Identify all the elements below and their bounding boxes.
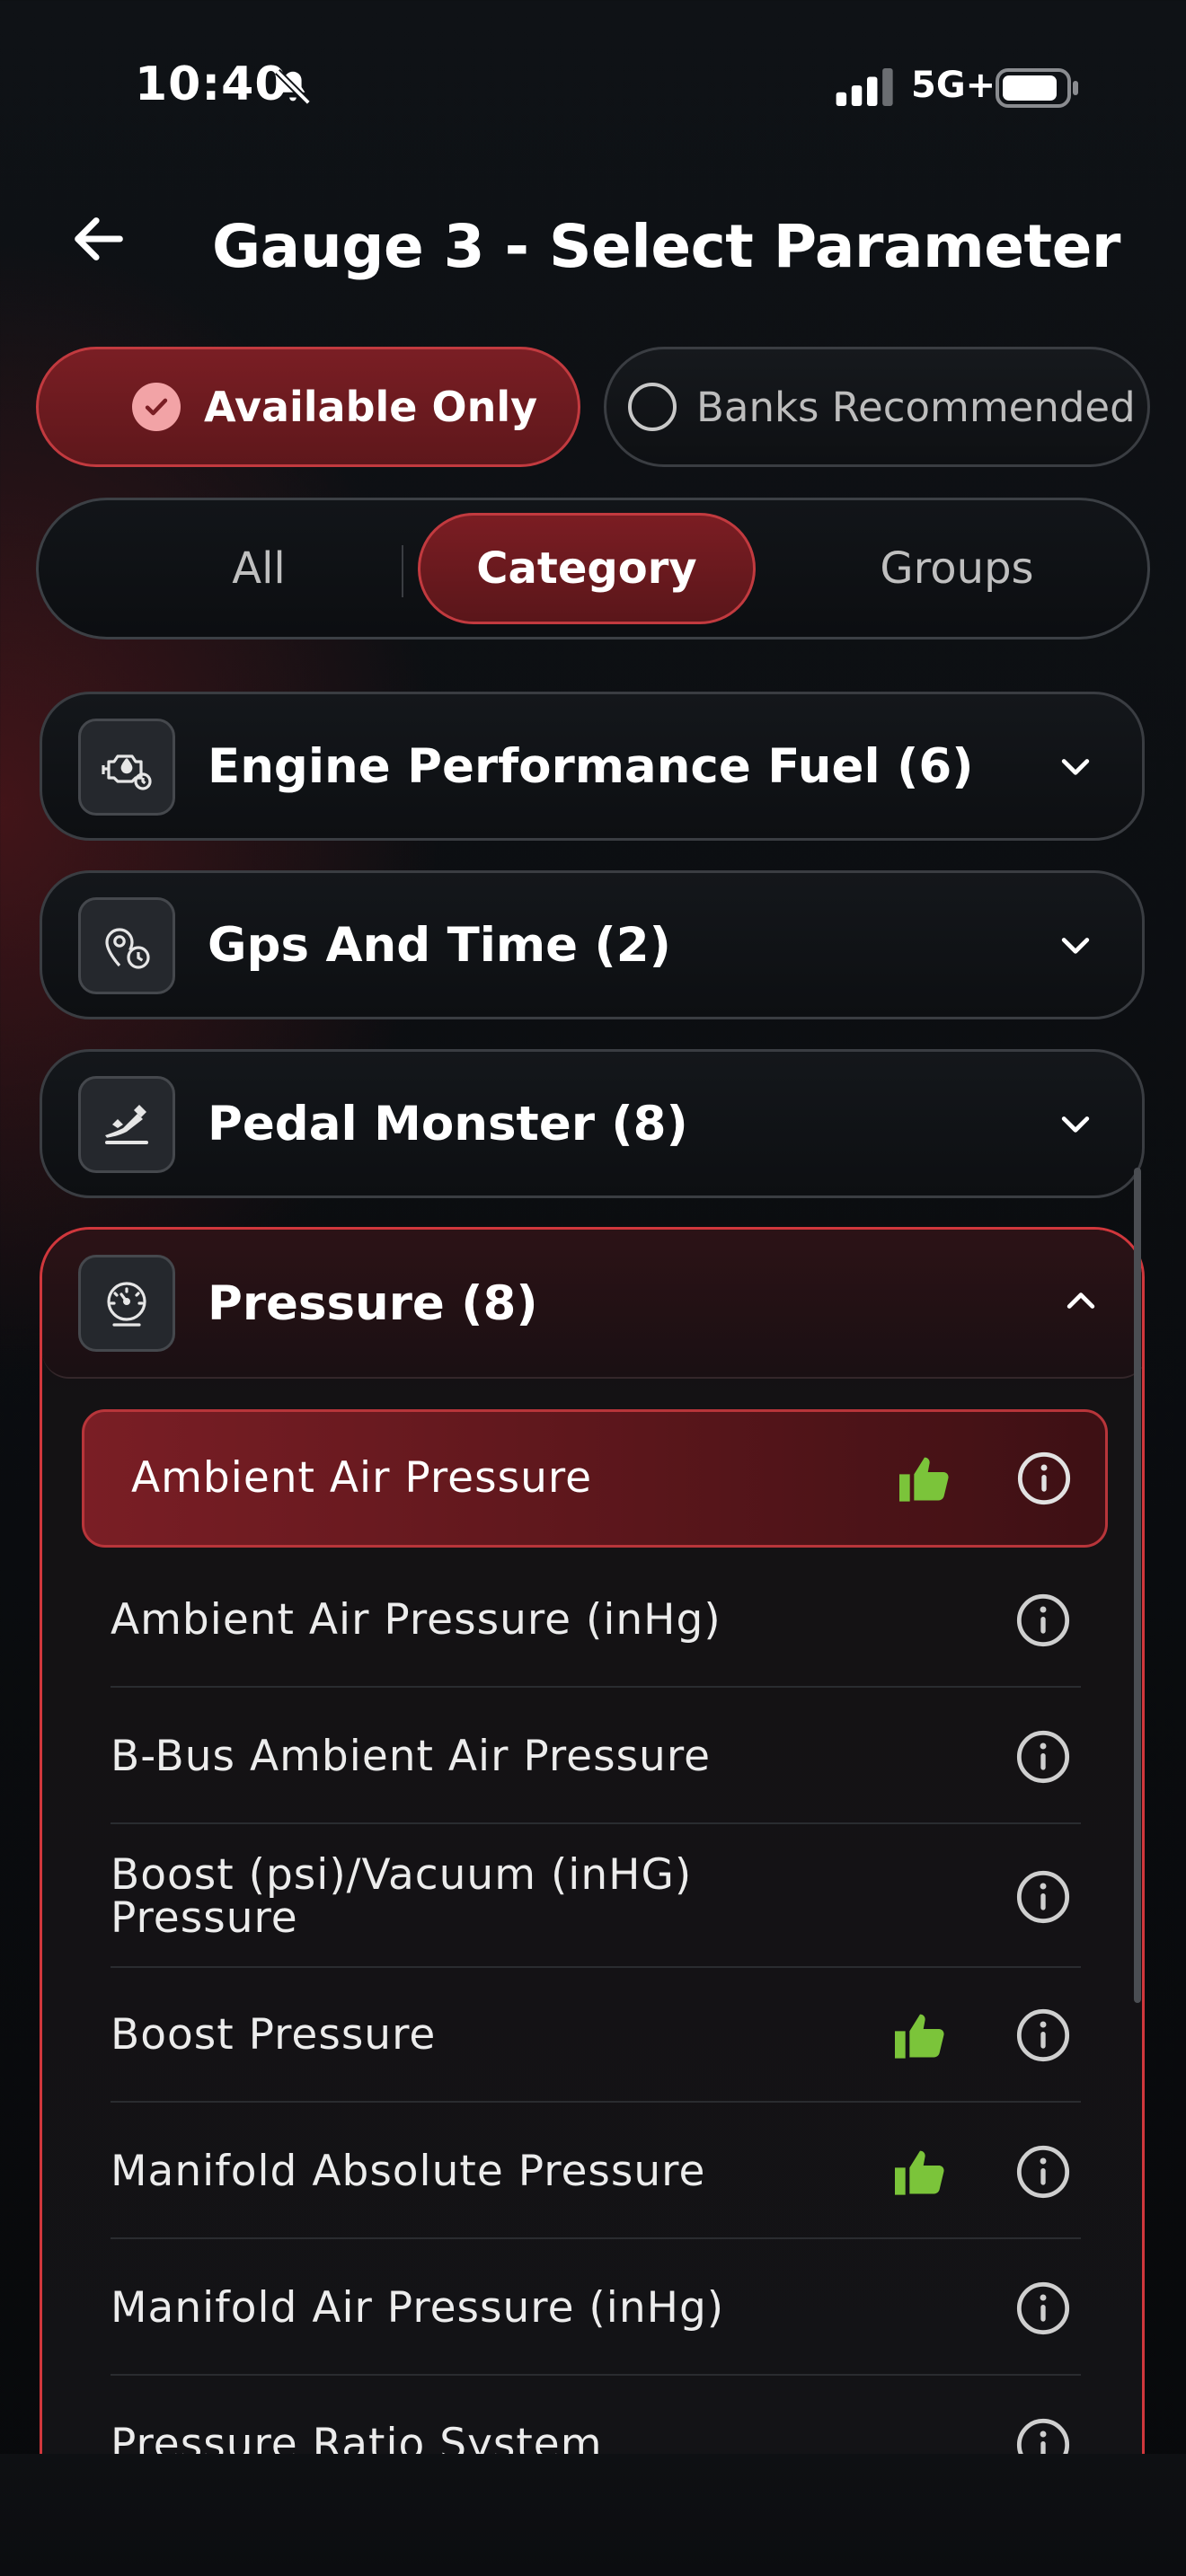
page-title: Gauge 3 - Select Parameter [212,212,1120,281]
thumbs-up-icon [895,2150,944,2195]
chevron-down-icon [1061,1116,1090,1133]
info-icon[interactable] [1014,1728,1072,1786]
info-icon[interactable] [1014,1868,1072,1926]
parameter-label: Boost Pressure [111,2010,437,2060]
back-button[interactable] [63,203,135,275]
signal-icon [836,68,893,106]
pedal-icon [78,1076,175,1173]
network-type: 5G+ [911,65,996,106]
status-time: 10:40 [135,57,288,111]
row-divider [111,1822,1081,1824]
available-only-toggle[interactable]: Available Only [36,347,580,467]
row-divider [111,1686,1081,1688]
chevron-down-icon [1061,759,1090,775]
row-divider [111,2101,1081,2103]
gauge-icon [78,1255,175,1352]
parameter-row[interactable]: Manifold Air Pressure (inHg) [111,2241,1120,2376]
view-mode-segmented-control: All Category Groups [36,498,1150,640]
info-icon[interactable] [1014,2280,1072,2337]
row-divider [111,2374,1081,2376]
parameter-label: Boost (psi)/Vacuum (inHG) Pressure [111,1850,693,1943]
thumbs-up-icon [899,1457,949,1502]
category-label: Pressure (8) [208,1276,538,1331]
tab-category[interactable]: Category [418,513,756,624]
engine-fuel-icon [78,719,175,816]
location-clock-icon [78,897,175,994]
category-pressure-expanded: Pressure (8) Ambient Air Pressure Ambien… [40,1227,1145,2576]
thumbs-up-icon [895,2014,944,2059]
category-pedal-monster[interactable]: Pedal Monster (8) [40,1049,1145,1198]
chevron-down-icon [1061,938,1090,954]
parameter-row[interactable]: Boost Pressure [111,1968,1120,2103]
available-only-label: Available Only [204,383,538,431]
category-engine-performance-fuel[interactable]: Engine Performance Fuel (6) [40,692,1145,841]
category-label: Pedal Monster (8) [208,1097,688,1151]
parameter-label: Manifold Absolute Pressure [111,2147,706,2196]
tab-groups[interactable]: Groups [788,513,1126,624]
parameter-label: Manifold Air Pressure (inHg) [111,2283,725,2333]
arrow-left-icon [75,217,123,260]
bell-slash-icon [275,69,311,105]
parameter-row[interactable]: B-Bus Ambient Air Pressure [111,1689,1120,1824]
battery-icon [996,68,1078,108]
info-icon[interactable] [1014,2007,1072,2064]
parameter-row[interactable]: Ambient Air Pressure (inHg) [111,1553,1120,1688]
category-label: Gps And Time (2) [208,918,671,973]
info-icon[interactable] [1015,1450,1073,1507]
tab-all[interactable]: All [93,513,425,624]
parameter-row[interactable]: Manifold Absolute Pressure [111,2104,1120,2239]
category-label: Engine Performance Fuel (6) [208,739,974,794]
parameter-label: Ambient Air Pressure (inHg) [111,1595,721,1645]
scrollbar[interactable] [1134,1168,1141,2003]
parameter-label: B-Bus Ambient Air Pressure [111,1732,712,1781]
parameter-row[interactable]: Boost (psi)/Vacuum (inHG) Pressure [111,1826,1120,1968]
info-icon[interactable] [1014,1592,1072,1649]
radio-unchecked-icon [628,383,677,431]
checkmark-icon [132,383,181,431]
bottom-safe-area [0,2454,1186,2576]
banks-recommended-toggle[interactable]: Banks Recommended [604,347,1150,467]
parameter-label: Ambient Air Pressure [131,1453,593,1503]
status-bar: 10:40 5G+ [0,0,1186,180]
parameter-row-selected[interactable]: Ambient Air Pressure [82,1409,1108,1548]
row-divider [111,2237,1081,2239]
category-pressure-header[interactable]: Pressure (8) [42,1230,1142,1379]
banks-recommended-label: Banks Recommended [696,383,1136,431]
segment-divider [402,545,403,597]
category-gps-and-time[interactable]: Gps And Time (2) [40,870,1145,1019]
info-icon[interactable] [1014,2143,1072,2201]
chevron-up-icon [1067,1292,1095,1309]
